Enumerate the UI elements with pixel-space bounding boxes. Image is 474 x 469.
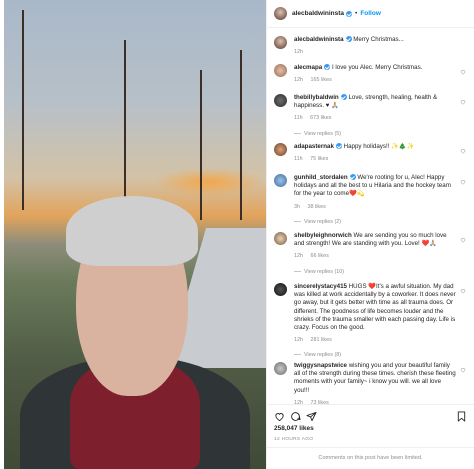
author-avatar[interactable] [274,36,287,49]
commenter-username[interactable]: thebillybaldwin [294,94,339,101]
commenter-username[interactable]: sincerelystacy415 [294,283,347,290]
post-image[interactable] [4,0,266,469]
comment-time[interactable]: 12h [294,77,303,83]
verified-badge-icon [346,10,353,17]
commenter-avatar[interactable] [274,64,287,77]
post-actions-bar [267,404,474,426]
view-replies-button[interactable]: View replies (10) [294,268,456,276]
comment-likes[interactable]: 165 likes [311,77,332,83]
commenter-avatar[interactable] [274,232,287,245]
comment-time[interactable]: 12h [294,337,303,343]
commenter-avatar[interactable] [274,143,287,156]
verified-badge-icon [340,94,347,101]
instagram-post-modal: alecbaldwininsta • Follow alecbaldwinins… [0,0,474,469]
post-timestamp[interactable]: 12 HOURS AGO [274,437,313,442]
comment-time[interactable]: 12h [294,253,303,259]
like-comment-heart-icon[interactable] [460,288,466,294]
commenter-username[interactable]: adapasternak [294,143,334,150]
author-avatar[interactable] [274,7,287,20]
commenter-username[interactable]: gunhild_stordalen [294,174,348,181]
author-username[interactable]: alecbaldwininsta [292,10,344,17]
like-comment-heart-icon[interactable] [460,237,466,243]
caption-text: Merry Christmas... [353,36,404,43]
comments-limited-notice: Comments on this post have been limited. [267,447,474,469]
commenter-username[interactable]: twiggysnapstwice [294,362,347,369]
verified-badge-icon [345,36,352,43]
verified-badge-icon [335,143,342,150]
comment-time[interactable]: 11h [294,156,303,162]
commenter-username[interactable]: shelbyleighnorwich [294,232,352,239]
verified-badge-icon [349,174,356,181]
like-comment-heart-icon[interactable] [460,99,466,105]
post-header: alecbaldwininsta • Follow [267,0,474,28]
tree [124,40,126,210]
comment-text: Happy holidays!! ✨🎄✨ [343,143,415,150]
like-comment-heart-icon[interactable] [460,148,466,154]
comment-time[interactable]: 11h [294,115,303,121]
commenter-avatar[interactable] [274,362,287,375]
commenter-avatar[interactable] [274,94,287,107]
commenter-username[interactable]: alecmapa [294,64,322,71]
bookmark-icon[interactable] [456,411,467,422]
separator-dot: • [355,10,358,17]
verified-badge-icon [324,64,331,71]
heart-icon[interactable] [274,411,285,422]
sunset-glow [154,168,264,196]
post-likes-count[interactable]: 258,047 likes [274,425,314,432]
view-replies-button[interactable]: View replies (5) [294,130,456,138]
caption-username[interactable]: alecbaldwininsta [294,36,344,43]
comment-time[interactable]: 3h [294,204,300,210]
share-icon[interactable] [306,411,317,422]
comment-text: HUGS ❤️It's a awful situation. My dad wa… [294,283,456,332]
caption-time[interactable]: 12h [294,49,303,55]
view-replies-button[interactable]: View replies (8) [294,351,456,359]
like-comment-heart-icon[interactable] [460,69,466,75]
comment-likes[interactable]: 38 likes [308,204,326,210]
comment-likes[interactable]: 673 likes [310,115,331,121]
tree [240,50,242,220]
person-hair [66,196,198,266]
follow-button[interactable]: Follow [360,10,381,17]
commenter-avatar[interactable] [274,283,287,296]
comment-likes[interactable]: 75 likes [310,156,328,162]
comment-likes[interactable]: 281 likes [311,337,332,343]
comment-likes[interactable]: 66 likes [311,253,329,259]
comment-text: I love you Alec. Merry Christmas. [331,64,423,71]
comments-panel: alecbaldwininsta • Follow alecbaldwinins… [267,0,474,469]
comment-icon[interactable] [290,411,301,422]
like-comment-heart-icon[interactable] [460,179,466,185]
commenter-avatar[interactable] [274,174,287,187]
tree [22,10,24,210]
like-comment-heart-icon[interactable] [460,367,466,373]
comments-list[interactable]: alecbaldwininsta Merry Christmas... 12h … [267,30,474,406]
tree [200,70,202,220]
view-replies-button[interactable]: View replies (2) [294,218,456,226]
